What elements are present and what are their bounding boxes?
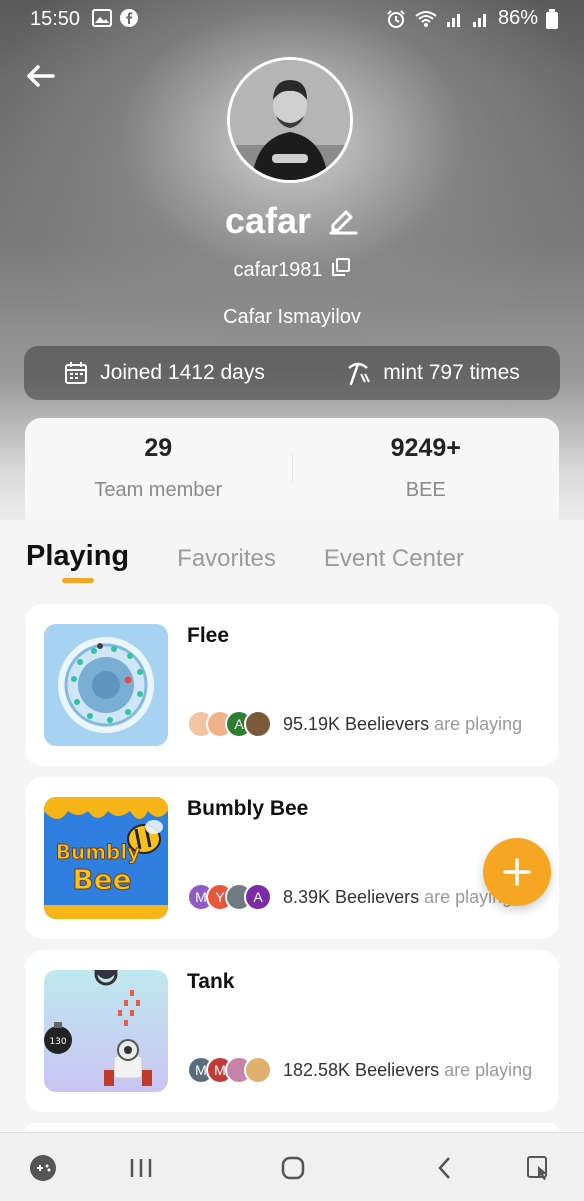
tab-playing[interactable]: Playing bbox=[26, 540, 130, 583]
game-launcher-button[interactable] bbox=[26, 1151, 60, 1185]
game-thumbnail: Bumbly Bee bbox=[44, 797, 168, 919]
players-count: 182.58K Beelievers bbox=[283, 1059, 440, 1080]
profile-name-row: cafar bbox=[0, 200, 584, 242]
thumb-title-line1: Bumbly bbox=[56, 840, 141, 864]
players-suffix: are playing bbox=[434, 713, 523, 734]
recent-apps-button[interactable] bbox=[124, 1151, 158, 1185]
system-back-button[interactable] bbox=[428, 1151, 462, 1185]
add-button[interactable] bbox=[483, 838, 551, 906]
main-content: Playing Favorites Event Center Flee A 95… bbox=[0, 520, 584, 1132]
tab-bar: Playing Favorites Event Center bbox=[26, 540, 464, 583]
avatar-photo bbox=[230, 60, 350, 180]
game-thumbnail bbox=[44, 624, 168, 746]
player-avatar bbox=[244, 710, 272, 738]
tab-label: Playing bbox=[26, 540, 130, 572]
username-row: cafar1981 bbox=[0, 258, 584, 282]
plus-icon bbox=[503, 858, 531, 886]
home-icon bbox=[281, 1156, 305, 1180]
tank-thumbnail-art: 130 bbox=[44, 970, 168, 1092]
wifi-icon bbox=[415, 10, 437, 27]
players-text: 95.19K Beelievers are playing bbox=[283, 714, 522, 735]
stats-card: 29 Team member 9249+ BEE bbox=[25, 418, 559, 528]
stat-label: Team member bbox=[94, 479, 223, 501]
stat-team-member[interactable]: 29 Team member bbox=[25, 418, 292, 528]
status-bar: 15:50 86% bbox=[0, 0, 584, 38]
username: cafar1981 bbox=[233, 258, 323, 281]
facebook-icon bbox=[120, 9, 138, 27]
profile-avatar[interactable] bbox=[227, 57, 353, 183]
home-button[interactable] bbox=[276, 1151, 310, 1185]
battery-percent: 86% bbox=[497, 7, 538, 29]
game-card-flee[interactable]: Flee A 95.19K Beelievers are playing bbox=[25, 604, 559, 766]
signal-icon-2 bbox=[472, 13, 486, 27]
touch-screen-icon bbox=[527, 1156, 547, 1180]
gamepad-icon bbox=[30, 1155, 56, 1181]
screen-assist-button[interactable] bbox=[522, 1151, 556, 1185]
game-title: Tank bbox=[187, 970, 235, 993]
chevron-left-icon bbox=[438, 1157, 450, 1179]
mint-text: mint 797 times bbox=[383, 361, 520, 384]
players-row: M M 182.58K Beelievers are playing bbox=[187, 1056, 532, 1084]
pickaxe-icon bbox=[348, 362, 371, 386]
system-nav-bar bbox=[0, 1132, 584, 1201]
players-suffix: are playing bbox=[444, 1059, 533, 1080]
profile-info-pill: Joined 1412 days mint 797 times bbox=[24, 346, 560, 400]
player-avatar: A bbox=[244, 883, 272, 911]
calendar-icon bbox=[65, 362, 88, 384]
thumb-title-line2: Bee bbox=[72, 863, 131, 896]
players-text: 8.39K Beelievers are playing bbox=[283, 887, 512, 908]
copy-icon bbox=[332, 258, 351, 276]
mint-info: mint 797 times bbox=[345, 360, 520, 386]
stat-bee[interactable]: 9249+ BEE bbox=[293, 418, 560, 528]
notification-icons bbox=[92, 9, 138, 27]
joined-info: Joined 1412 days bbox=[64, 361, 265, 385]
joined-text: Joined 1412 days bbox=[100, 361, 265, 384]
copy-username-button[interactable] bbox=[332, 258, 351, 282]
edit-name-button[interactable] bbox=[327, 203, 359, 240]
profile-name: cafar bbox=[224, 200, 312, 241]
alarm-icon bbox=[387, 9, 405, 28]
players-row: M Y A 8.39K Beelievers are playing bbox=[187, 883, 512, 911]
game-card-bumbly-bee[interactable]: Bumbly Bee Bumbly Bee M Y A 8.39K Beelie… bbox=[25, 777, 559, 939]
back-button[interactable] bbox=[22, 58, 58, 94]
player-avatar bbox=[244, 1056, 272, 1084]
system-status: 86% bbox=[386, 7, 558, 30]
full-name: Cafar Ismayilov bbox=[223, 306, 361, 328]
battery-icon bbox=[546, 8, 558, 29]
tab-favorites[interactable]: Favorites bbox=[177, 545, 276, 573]
players-count: 95.19K Beelievers bbox=[283, 713, 430, 734]
signal-icon bbox=[446, 13, 460, 27]
game-title: Bumbly Bee bbox=[187, 797, 309, 820]
game-title: Flee bbox=[187, 624, 230, 647]
bomb-label: 130 bbox=[49, 1037, 66, 1047]
arrow-left-icon bbox=[27, 65, 55, 87]
players-row: A 95.19K Beelievers are playing bbox=[187, 710, 522, 738]
stat-label: BEE bbox=[405, 479, 446, 501]
stat-value: 29 bbox=[144, 434, 173, 462]
tab-event-center[interactable]: Event Center bbox=[324, 545, 464, 573]
image-icon bbox=[92, 9, 112, 27]
stat-value: 9249+ bbox=[390, 434, 461, 462]
game-card-partial[interactable] bbox=[25, 1123, 559, 1132]
pencil-icon bbox=[329, 210, 358, 234]
active-tab-indicator bbox=[62, 578, 94, 583]
game-card-tank[interactable]: 130 Tank M M 182.58K Beelievers are play… bbox=[25, 950, 559, 1112]
status-time: 15:50 bbox=[30, 8, 81, 30]
bumbly-bee-thumbnail-art: Bumbly Bee bbox=[44, 797, 168, 919]
recent-apps-icon bbox=[130, 1159, 152, 1177]
flee-thumbnail-art bbox=[44, 624, 168, 746]
players-text: 182.58K Beelievers are playing bbox=[283, 1060, 532, 1081]
players-count: 8.39K Beelievers bbox=[283, 886, 420, 907]
game-thumbnail: 130 bbox=[44, 970, 168, 1092]
